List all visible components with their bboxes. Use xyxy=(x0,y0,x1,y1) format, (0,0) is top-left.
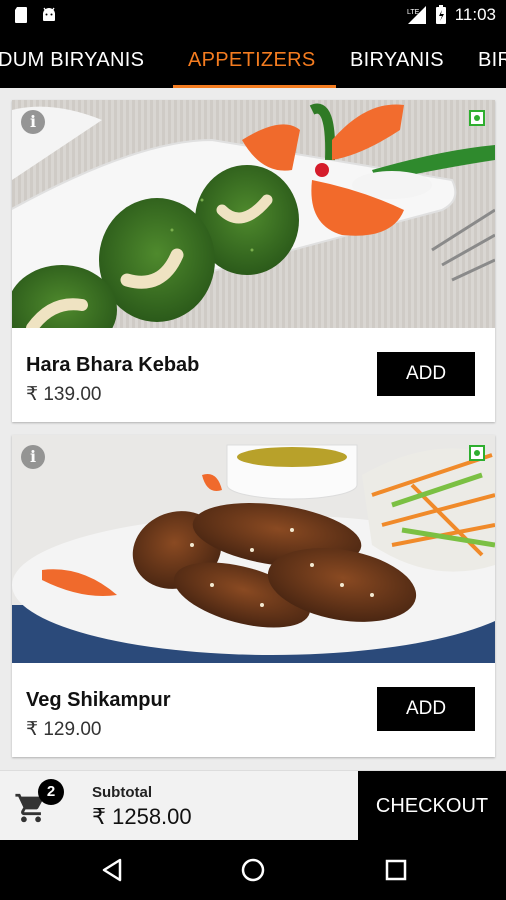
add-button[interactable]: ADD xyxy=(377,687,475,731)
android-icon xyxy=(43,7,55,21)
menu-list[interactable]: i Hara Bhara Kebab ₹ 139.00 ADD i Veg Sh… xyxy=(0,88,506,770)
cart-bar: 2 Subtotal ₹ 1258.00 CHECKOUT xyxy=(0,770,506,841)
add-button[interactable]: ADD xyxy=(377,352,475,396)
tab-biryanis[interactable]: BIRYANIS xyxy=(350,32,444,88)
menu-item-card[interactable]: i Veg Shikampur ₹ 129.00 ADD xyxy=(12,435,495,757)
item-name: Veg Shikampur xyxy=(26,689,171,711)
item-price: ₹ 139.00 xyxy=(26,384,102,405)
info-icon[interactable]: i xyxy=(21,445,45,469)
item-image[interactable]: i xyxy=(12,435,495,663)
checkout-button[interactable]: CHECKOUT xyxy=(358,771,506,841)
signal-icon: LTE xyxy=(407,6,426,24)
status-bar: LTE 11:03 xyxy=(0,0,506,32)
clock: 11:03 xyxy=(454,5,496,24)
system-nav-bar xyxy=(0,840,506,900)
back-icon[interactable] xyxy=(96,854,128,886)
subtotal-label: Subtotal xyxy=(92,784,152,801)
category-tabs: DUM BIRYANIS APPETIZERS BIRYANIS BIR xyxy=(0,32,506,88)
cart-button[interactable]: 2 xyxy=(14,779,64,825)
item-price: ₹ 129.00 xyxy=(26,719,102,740)
veg-indicator-icon xyxy=(469,110,485,126)
veg-indicator-icon xyxy=(469,445,485,461)
item-image[interactable]: i xyxy=(12,100,495,328)
recents-icon[interactable] xyxy=(380,854,412,886)
item-name: Hara Bhara Kebab xyxy=(26,354,200,376)
hara-bhara-kebab-photo xyxy=(12,100,495,328)
menu-item-card[interactable]: i Hara Bhara Kebab ₹ 139.00 ADD xyxy=(12,100,495,422)
veg-shikampur-photo xyxy=(12,435,495,663)
cart-count-badge: 2 xyxy=(38,779,64,805)
sd-card-icon xyxy=(15,7,27,23)
svg-text:LTE: LTE xyxy=(407,9,420,16)
tab-appetizers[interactable]: APPETIZERS xyxy=(188,32,315,88)
tab-dum-biryanis[interactable]: DUM BIRYANIS xyxy=(0,32,144,88)
info-icon[interactable]: i xyxy=(21,110,45,134)
subtotal-value: ₹ 1258.00 xyxy=(92,804,192,829)
battery-icon xyxy=(435,5,446,24)
home-icon[interactable] xyxy=(237,854,269,886)
tab-partial[interactable]: BIR xyxy=(478,32,506,88)
